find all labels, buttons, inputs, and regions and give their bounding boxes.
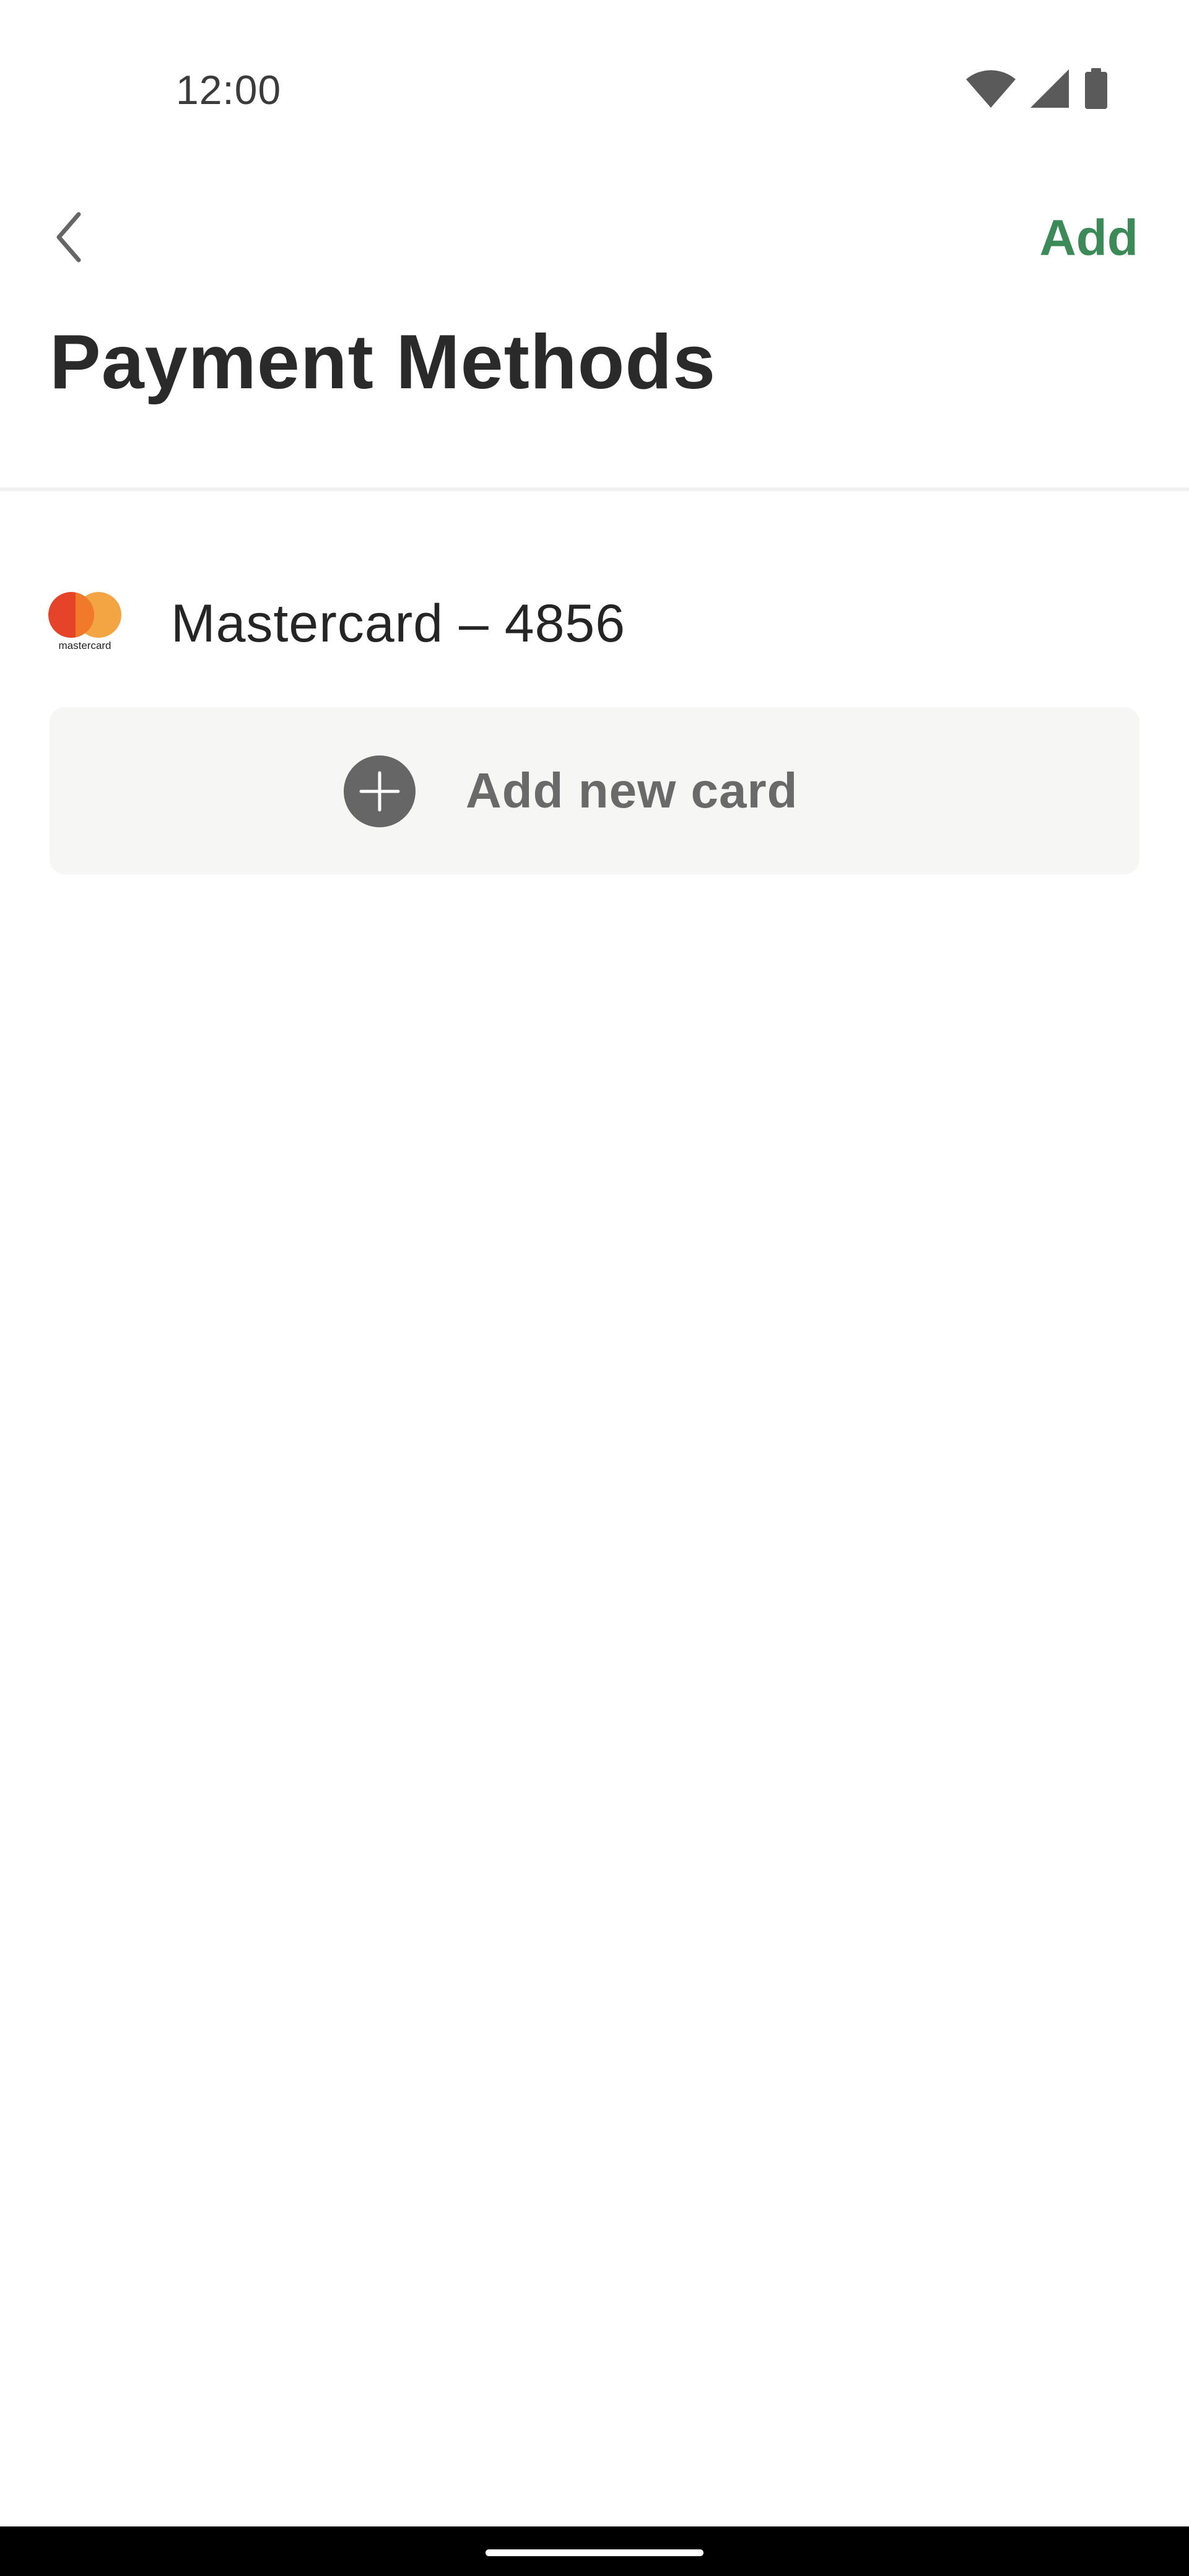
header-divider (0, 487, 1189, 491)
chevron-left-icon (50, 209, 87, 268)
payment-method-label: Mastercard – 4856 (171, 594, 626, 653)
toolbar: Add (0, 186, 1189, 285)
payment-method-item[interactable]: mastercard Mastercard – 4856 (0, 557, 1189, 687)
status-time: 12:00 (176, 67, 282, 113)
back-button[interactable] (35, 204, 103, 272)
battery-icon (1084, 68, 1108, 109)
plus-circle-icon (344, 755, 416, 827)
page-title: Payment Methods (50, 320, 716, 405)
mastercard-wordmark: mastercard (58, 640, 111, 651)
mastercard-logo: mastercard (47, 592, 123, 653)
status-icons (966, 67, 1108, 110)
add-new-card-button[interactable]: Add new card (50, 707, 1139, 874)
home-gesture-handle[interactable] (486, 2549, 703, 2556)
status-bar: 12:00 (0, 0, 1189, 180)
navigation-bar (0, 2526, 1189, 2576)
cellular-signal-icon (1030, 69, 1069, 108)
wifi-icon (966, 69, 1016, 108)
payment-methods-screen: 12:00 Add Payment Methods mastercard Mas… (0, 0, 1189, 2576)
add-new-card-label: Add new card (466, 763, 798, 818)
add-button[interactable]: Add (1040, 207, 1138, 269)
